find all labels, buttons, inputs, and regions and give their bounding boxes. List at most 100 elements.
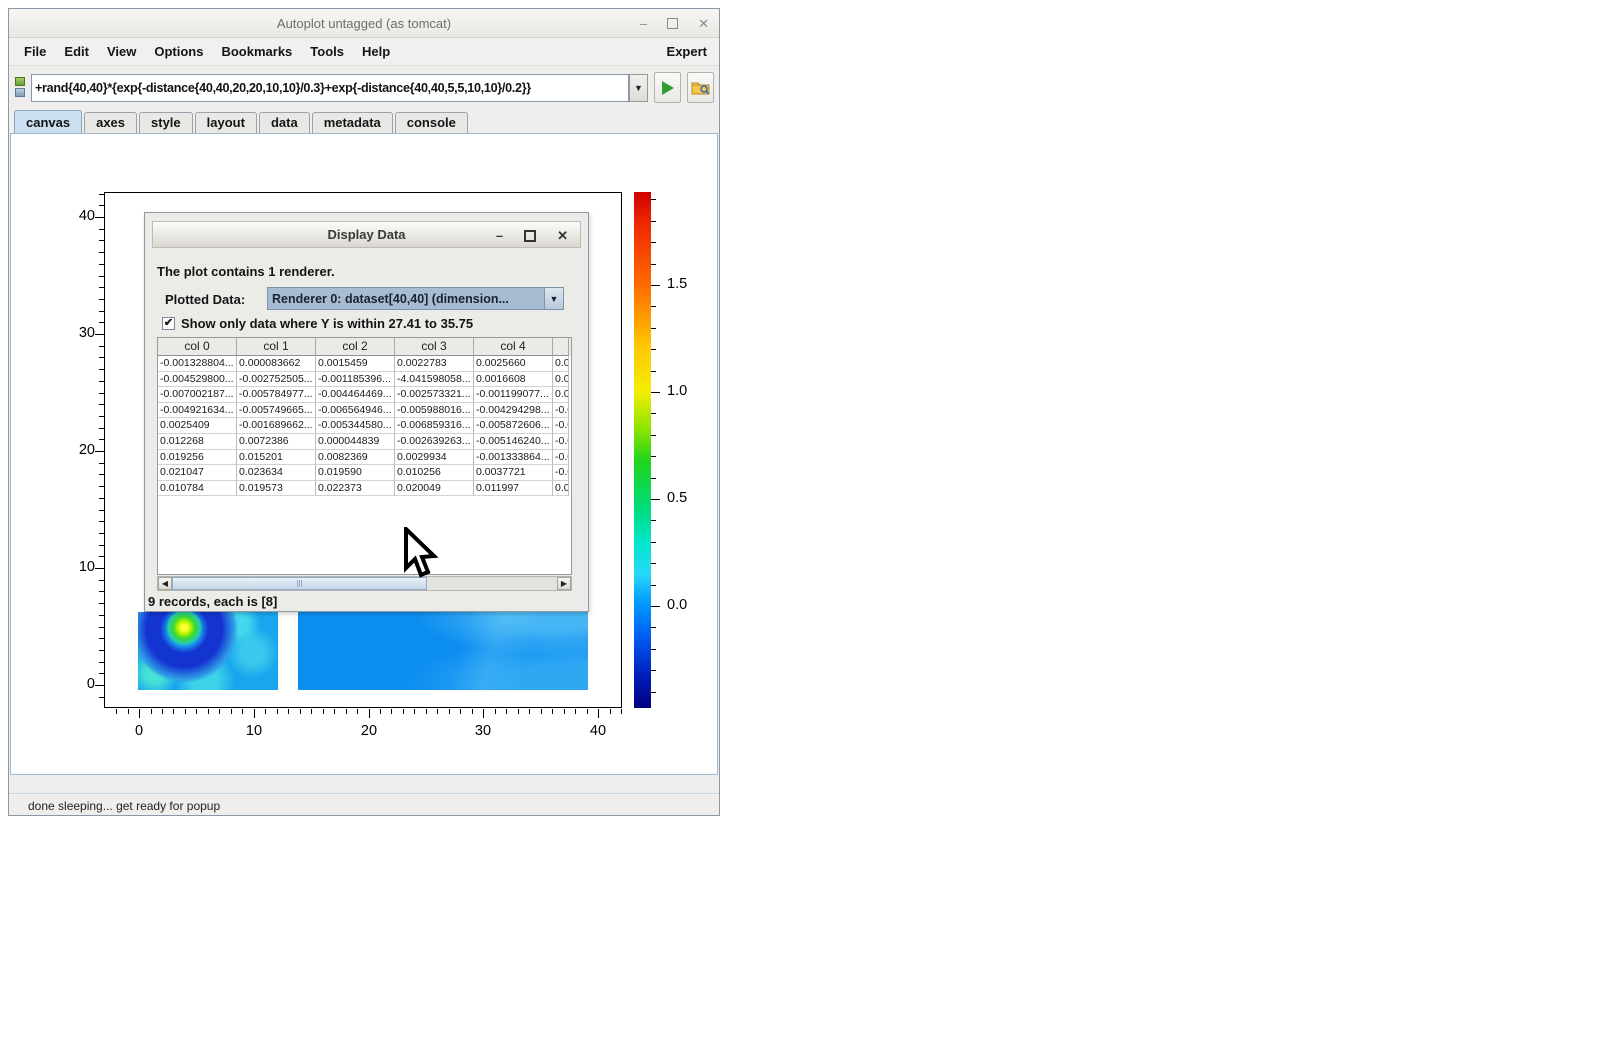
menu-item-expert[interactable]: Expert (667, 44, 707, 59)
table-cell[interactable]: -0.0 (553, 434, 569, 450)
minimize-icon[interactable]: – (640, 17, 647, 30)
menu-item-help[interactable]: Help (353, 40, 399, 63)
table-cell[interactable]: -0.007002187... (158, 387, 237, 403)
tab-style[interactable]: style (139, 112, 193, 134)
table-row[interactable]: 0.0210470.0236340.0195900.0102560.003772… (158, 465, 571, 481)
table-row[interactable]: 0.0107840.0195730.0223730.0200490.011997… (158, 481, 571, 497)
tab-data[interactable]: data (259, 112, 310, 134)
table-cell[interactable]: -0.004529800... (158, 372, 237, 388)
table-cell[interactable]: -0.005344580... (316, 418, 395, 434)
table-cell[interactable]: -0.0 (553, 418, 569, 434)
menu-item-view[interactable]: View (98, 40, 145, 63)
table-cell[interactable]: 0.015201 (237, 450, 316, 466)
table-row[interactable]: 0.0122680.00723860.000044839-0.002639263… (158, 434, 571, 450)
tab-layout[interactable]: layout (195, 112, 257, 134)
table-row[interactable]: 0.0025409-0.001689662...-0.005344580...-… (158, 418, 571, 434)
window-titlebar[interactable]: Autoplot untagged (as tomcat) – ✕ (9, 9, 719, 38)
table-cell[interactable]: 0.0025660 (474, 356, 553, 372)
table-cell[interactable]: 0.00 (553, 387, 569, 403)
scroll-left-icon[interactable]: ◀ (158, 577, 172, 590)
menu-item-edit[interactable]: Edit (55, 40, 98, 63)
table-cell[interactable]: -0.004294298... (474, 403, 553, 419)
table-hscrollbar[interactable]: ◀ ▶ (157, 576, 572, 591)
table-cell[interactable]: -0.001199077... (474, 387, 553, 403)
scroll-right-icon[interactable]: ▶ (557, 577, 571, 590)
tab-console[interactable]: console (395, 112, 468, 134)
table-cell[interactable]: 0.021047 (158, 465, 237, 481)
menu-item-file[interactable]: File (15, 40, 55, 63)
data-table[interactable]: col 0col 1col 2col 3col 4 -0.001328804..… (157, 337, 572, 575)
table-cell[interactable]: -0.002639263... (395, 434, 474, 450)
table-cell[interactable]: -0.004464469... (316, 387, 395, 403)
table-cell[interactable]: 0.019573 (237, 481, 316, 497)
table-cell[interactable]: 0.00 (553, 356, 569, 372)
table-cell[interactable]: -0.002752505... (237, 372, 316, 388)
table-cell[interactable]: 0.000083662 (237, 356, 316, 372)
table-cell[interactable]: -0.006564946... (316, 403, 395, 419)
table-cell[interactable]: 0.0025409 (158, 418, 237, 434)
table-row[interactable]: 0.0192560.0152010.00823690.0029934-0.001… (158, 450, 571, 466)
table-cell[interactable]: -0.005784977... (237, 387, 316, 403)
table-cell[interactable]: 0.0082369 (316, 450, 395, 466)
table-cell[interactable]: 0.0029934 (395, 450, 474, 466)
table-cell[interactable]: 0.00 (553, 372, 569, 388)
table-cell[interactable]: 0.0037721 (474, 465, 553, 481)
tab-metadata[interactable]: metadata (312, 112, 393, 134)
table-header-cell[interactable]: col 2 (316, 338, 395, 356)
table-header-cell[interactable]: col 4 (474, 338, 553, 356)
table-cell[interactable]: -0.004921634... (158, 403, 237, 419)
menu-item-options[interactable]: Options (145, 40, 212, 63)
dialog-minimize-icon[interactable]: – (496, 229, 503, 242)
uri-input[interactable] (31, 74, 629, 102)
table-row[interactable]: -0.001328804...0.0000836620.00154590.002… (158, 356, 571, 372)
table-row[interactable]: -0.004921634...-0.005749665...-0.0065649… (158, 403, 571, 419)
y-filter-checkbox[interactable]: ✔ (162, 317, 175, 330)
uri-dropdown-button[interactable]: ▼ (629, 74, 648, 102)
table-header-cell[interactable]: col 0 (158, 338, 237, 356)
table-cell[interactable]: -0.0 (553, 465, 569, 481)
combobox-chevron-down-icon[interactable]: ▼ (544, 288, 563, 309)
table-cell[interactable]: 0.0072386 (237, 434, 316, 450)
table-cell[interactable]: -0.0 (553, 450, 569, 466)
menu-item-tools[interactable]: Tools (301, 40, 353, 63)
table-row[interactable]: -0.004529800...-0.002752505...-0.0011853… (158, 372, 571, 388)
tab-axes[interactable]: axes (84, 112, 137, 134)
table-cell[interactable]: 0.000044839 (316, 434, 395, 450)
go-button[interactable] (654, 72, 681, 103)
dialog-titlebar[interactable]: Display Data – ✕ (152, 221, 581, 248)
table-cell[interactable]: -0.005146240... (474, 434, 553, 450)
table-cell[interactable]: 0.020049 (395, 481, 474, 497)
table-cell[interactable]: 0.010256 (395, 465, 474, 481)
maximize-icon[interactable] (667, 18, 678, 29)
table-cell[interactable]: 0.023634 (237, 465, 316, 481)
table-cell[interactable]: 0.022373 (316, 481, 395, 497)
table-cell[interactable]: -0.001185396... (316, 372, 395, 388)
table-cell[interactable]: 0.011997 (474, 481, 553, 497)
table-cell[interactable]: 0.019590 (316, 465, 395, 481)
inspect-uri-button[interactable] (687, 72, 714, 103)
table-cell[interactable]: 0.012268 (158, 434, 237, 450)
colorbar[interactable] (634, 192, 651, 708)
table-cell[interactable]: 0.00 (553, 481, 569, 497)
table-cell[interactable]: -4.041598058... (395, 372, 474, 388)
plotted-data-combobox[interactable]: Renderer 0: dataset[40,40] (dimension...… (267, 287, 564, 310)
table-cell[interactable]: 0.0016608 (474, 372, 553, 388)
table-cell[interactable]: -0.005749665... (237, 403, 316, 419)
table-cell[interactable]: 0.0015459 (316, 356, 395, 372)
table-cell[interactable]: -0.005872606... (474, 418, 553, 434)
table-cell[interactable]: 0.010784 (158, 481, 237, 497)
table-header-cell[interactable]: col 1 (237, 338, 316, 356)
dialog-close-icon[interactable]: ✕ (557, 229, 568, 242)
table-cell[interactable]: -0.001333864... (474, 450, 553, 466)
scrollbar-thumb[interactable] (172, 577, 427, 590)
tab-canvas[interactable]: canvas (14, 110, 82, 134)
dialog-maximize-icon[interactable] (524, 230, 536, 242)
table-row[interactable]: -0.007002187...-0.005784977...-0.0044644… (158, 387, 571, 403)
menu-item-bookmarks[interactable]: Bookmarks (212, 40, 301, 63)
close-icon[interactable]: ✕ (698, 17, 709, 30)
table-cell[interactable]: 0.0022783 (395, 356, 474, 372)
table-cell[interactable]: -0.0 (553, 403, 569, 419)
table-cell[interactable]: -0.006859316... (395, 418, 474, 434)
table-cell[interactable]: 0.019256 (158, 450, 237, 466)
table-cell[interactable]: -0.001328804... (158, 356, 237, 372)
